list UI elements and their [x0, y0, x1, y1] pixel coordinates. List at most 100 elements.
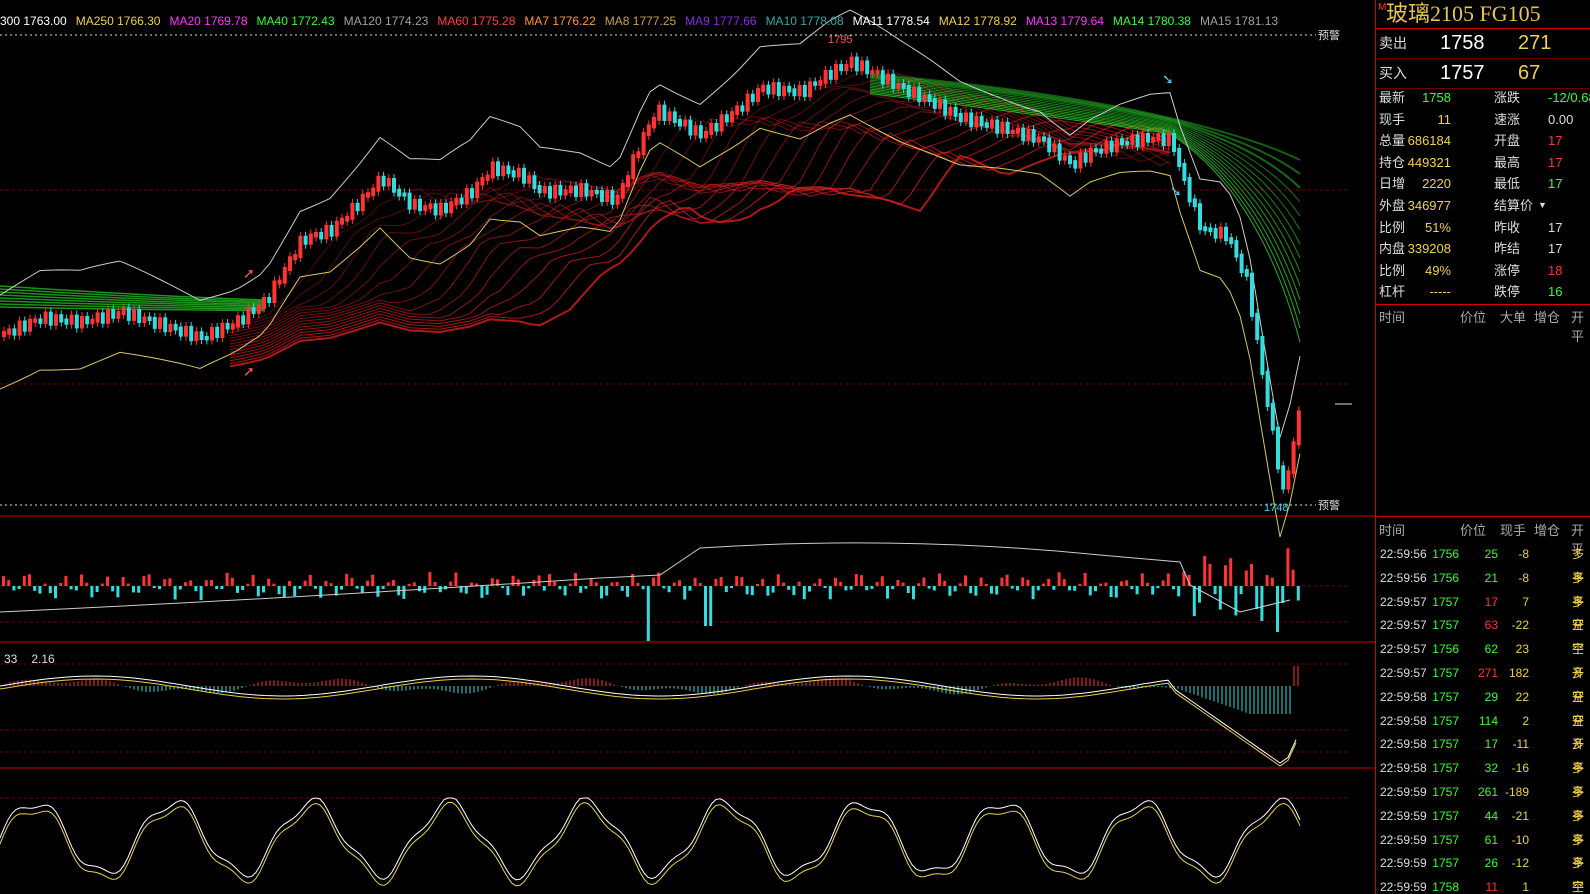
- tick-row[interactable]: 22:59:56 1756 21 -8 多平: [1376, 567, 1590, 609]
- quote-stat-row: 比例 51% 昨收 17: [1376, 217, 1590, 239]
- candle-body: [111, 308, 116, 319]
- candlestick-chart[interactable]: ➚ ➚ ➘ ➘: [0, 0, 1375, 894]
- stat-value: 346977: [1407, 197, 1451, 213]
- contract-title[interactable]: M 玻璃2105 FG105: [1376, 0, 1590, 29]
- volume-bar: [943, 580, 947, 586]
- candle-body: [745, 93, 750, 112]
- ma-legend-item: MA11 1778.54: [852, 14, 930, 28]
- candle-body: [553, 184, 558, 199]
- candle-body: [215, 326, 220, 338]
- volume-bar: [568, 583, 572, 586]
- tick-time: 22:59:59: [1380, 856, 1427, 871]
- volume-bar: [1135, 586, 1139, 595]
- volume-bar: [792, 586, 796, 596]
- tick-row[interactable]: 22:59:59 1757 261 -189 多平: [1376, 781, 1590, 823]
- volume-bar: [880, 576, 884, 586]
- candle-body: [423, 205, 428, 212]
- stat-value: 17: [1548, 133, 1563, 149]
- volume-bar: [886, 586, 889, 599]
- volume-bar: [771, 586, 775, 593]
- candle-body: [943, 99, 948, 116]
- volume-bar: [1218, 586, 1222, 610]
- tick-row[interactable]: 22:59:57 1757 271 182 多开: [1376, 662, 1590, 704]
- candle-body: [620, 183, 625, 199]
- tick-volume: 63: [1484, 618, 1498, 633]
- tick-row[interactable]: 22:59:57 1756 62 23 空开: [1376, 638, 1590, 680]
- candle-body: [558, 184, 563, 196]
- volume-bar: [38, 586, 42, 594]
- candle-body: [584, 183, 589, 197]
- ask-row[interactable]: 卖出 1758 271: [1376, 29, 1590, 59]
- volume-bar: [371, 574, 375, 586]
- ma-legend-item: MA60 1775.28: [437, 14, 516, 28]
- quote-stat-row: 比例 49% 涨停 18: [1376, 260, 1590, 282]
- volume-bar: [402, 586, 406, 599]
- volume-bar: [1016, 586, 1019, 591]
- tick-open-interest: -10: [1511, 832, 1529, 847]
- candle-body: [298, 235, 303, 259]
- tick-volume: 271: [1477, 666, 1498, 680]
- candle-body: [605, 190, 610, 202]
- tick-row[interactable]: 22:59:59 1757 26 -12 多平: [1376, 852, 1590, 894]
- tick-row[interactable]: 22:59:58 1757 29 22 空开: [1376, 686, 1590, 728]
- volume-bar: [532, 579, 536, 586]
- ma-legend-item: MA13 1779.64: [1025, 14, 1104, 28]
- volume-bar: [412, 582, 416, 586]
- tick-row[interactable]: 22:59:58 1757 32 -16 多平: [1376, 757, 1590, 799]
- tick-row[interactable]: 22:59:58 1757 17 -11 多平: [1376, 733, 1590, 775]
- stat-label: 日增: [1379, 176, 1406, 192]
- candle-body: [527, 175, 532, 184]
- candle-body: [1286, 470, 1291, 490]
- tick-row[interactable]: 22:59:59 1757 61 -10 多平: [1376, 829, 1590, 871]
- volume-bar: [761, 579, 765, 586]
- candle-body: [267, 296, 272, 304]
- stat-value: -----: [1429, 284, 1451, 300]
- tick-row[interactable]: 22:59:591758111空平: [1376, 876, 1590, 894]
- stat-label: 现手: [1379, 111, 1406, 127]
- candle-body: [262, 296, 266, 309]
- chevron-down-icon[interactable]: ▼: [1538, 195, 1547, 217]
- candle-body: [173, 323, 178, 331]
- candle-body: [761, 84, 766, 93]
- bid-row[interactable]: 买入 1757 67: [1376, 59, 1590, 89]
- candle-body: [750, 93, 755, 102]
- volume-bar: [875, 581, 879, 586]
- tick-row[interactable]: 22:59:58 1757 114 2 空开: [1376, 710, 1590, 752]
- candle-body: [12, 328, 17, 336]
- tick-volume: 29: [1484, 689, 1498, 704]
- volume-bar: [906, 586, 910, 594]
- volume-bar: [116, 586, 120, 598]
- candle-body: [194, 331, 199, 342]
- volume-bar: [80, 574, 83, 586]
- candle-body: [1244, 269, 1249, 277]
- chart-area[interactable]: ➚ ➚ ➘ ➘ 300 1763.00 MA250 1766.30 MA20 1769.7…: [0, 0, 1375, 894]
- quote-panel: M 玻璃2105 FG105 卖出 1758 271 买入 1757 67 最新…: [1375, 0, 1590, 894]
- volume-bar: [641, 586, 645, 590]
- tick-row[interactable]: 22:59:56 1756 25 -8 多平: [1376, 543, 1590, 585]
- candle-body: [184, 325, 188, 337]
- candle-body: [756, 88, 760, 102]
- candle-body: [808, 81, 812, 97]
- stat-label: 最低: [1494, 176, 1521, 192]
- volume-bar: [667, 586, 671, 593]
- volume-bar: [854, 573, 858, 586]
- bid-price: 1757: [1440, 62, 1485, 84]
- arrow-marker: ➘: [1170, 184, 1182, 200]
- candle-body: [1234, 240, 1239, 258]
- candle-body: [314, 231, 318, 238]
- candle-body: [740, 105, 745, 112]
- tick-row[interactable]: 22:59:57 1757 63 -22 空平: [1376, 614, 1590, 656]
- candle-body: [953, 106, 958, 117]
- contract-name: 玻璃2105 FG105: [1386, 1, 1541, 26]
- candle-body: [984, 122, 989, 128]
- volume-bar: [516, 579, 520, 586]
- ma-line: [869, 91, 1301, 329]
- tick-row[interactable]: 22:59:57 1757 17 7 多开: [1376, 591, 1590, 633]
- volume-bar: [1224, 565, 1227, 586]
- volume-bar: [277, 586, 281, 595]
- quote-stats: 最新1758涨跌-12/0.68现手11速涨0.00总量686184开盘17持仓…: [1376, 87, 1590, 303]
- tick-row[interactable]: 22:59:59 1757 44 -21 多平: [1376, 805, 1590, 847]
- candle-body: [698, 125, 703, 139]
- candle-body: [407, 192, 412, 210]
- candle-body: [485, 174, 490, 181]
